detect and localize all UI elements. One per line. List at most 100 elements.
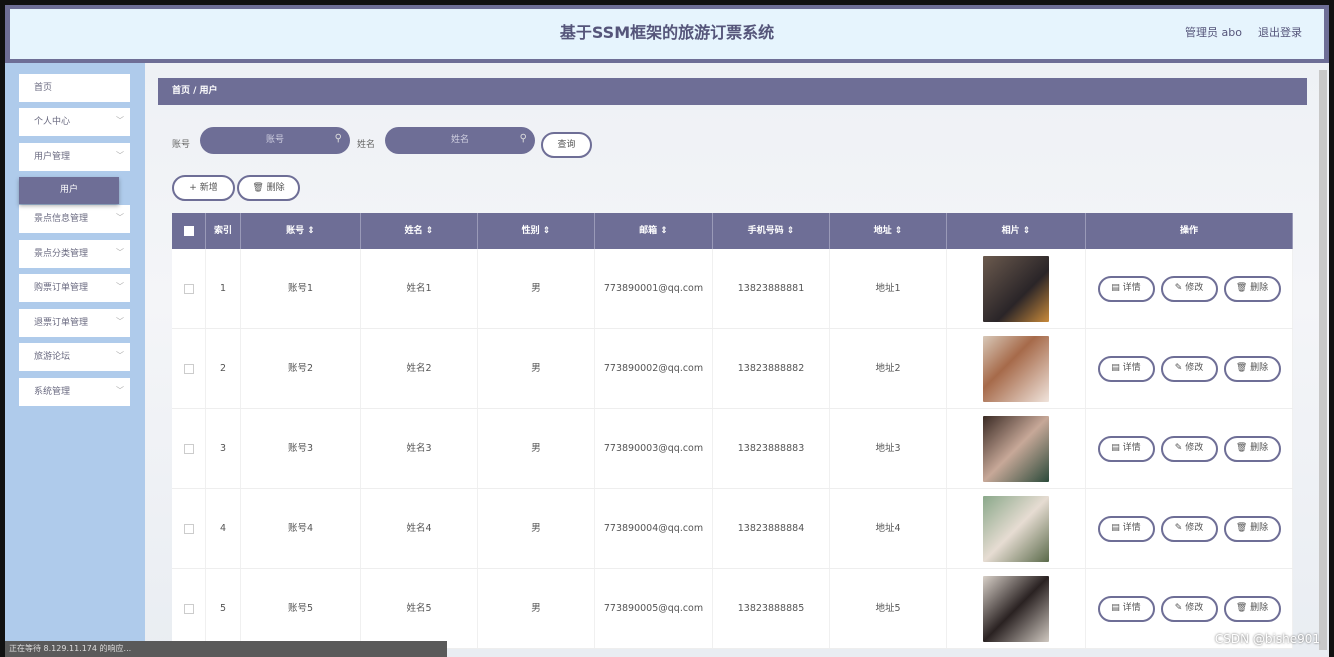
sidebar-item[interactable]: 系统管理 ﹀ [19, 378, 130, 406]
user-photo[interactable] [983, 255, 1049, 322]
sidebar-item[interactable]: 景点分类管理 ﹀ [19, 240, 130, 268]
detail-button[interactable]: ▤ 详情 [1097, 435, 1155, 462]
sidebar-item[interactable]: 景点信息管理 ﹀ [19, 205, 130, 233]
column-header[interactable]: 邮箱 ⇕ [595, 213, 713, 249]
row-cell [172, 569, 206, 648]
edit-label: 修改 [1185, 603, 1204, 613]
delete-label: 删除 [1250, 523, 1269, 533]
breadcrumb: 首页 / 用户 [158, 78, 1307, 105]
sidebar-item[interactable]: 退票订单管理 ﹀ [19, 309, 130, 337]
pencil-icon: ✎ [1174, 443, 1186, 453]
batch-delete-button[interactable]: 🗑 删除 [237, 175, 300, 201]
account-search-input[interactable]: 账号 ⚲ [200, 127, 350, 154]
edit-button[interactable]: ✎ 修改 [1160, 435, 1218, 462]
sidebar-subitem-user[interactable]: 用户 [19, 177, 119, 204]
detail-button[interactable]: ▤ 详情 [1097, 275, 1155, 302]
row-actions: ▤ 详情 ✎ 修改 🗑 删除 [1086, 489, 1293, 568]
row-actions: ▤ 详情 ✎ 修改 🗑 删除 [1086, 409, 1293, 488]
chevron-down-icon: ﹀ [116, 282, 124, 291]
row-checkbox[interactable] [183, 523, 194, 534]
user-photo[interactable] [983, 415, 1049, 482]
column-header[interactable]: 地址 ⇕ [830, 213, 947, 249]
document-icon: ▤ [1111, 283, 1123, 293]
chevron-down-icon: ﹀ [116, 213, 124, 222]
add-button[interactable]: + 新增 [172, 175, 235, 201]
row-checkbox[interactable] [183, 363, 194, 374]
user-photo[interactable] [983, 495, 1049, 562]
edit-button[interactable]: ✎ 修改 [1160, 595, 1218, 622]
cell-account: 账号4 [241, 489, 361, 568]
detail-label: 详情 [1122, 603, 1141, 613]
cell-phone: 13823888885 [713, 569, 830, 648]
detail-label: 详情 [1122, 363, 1141, 373]
watermark: CSDN @bishe901 [1214, 632, 1320, 646]
cell-gender: 男 [478, 489, 595, 568]
app-window: 基于SSM框架的旅游订票系统 管理员 abo 退出登录 首页 个人中心 ﹀ 用户管理 ﹀ 景… [5, 5, 1329, 657]
edit-button[interactable]: ✎ 修改 [1160, 275, 1218, 302]
column-header[interactable]: 操作 [1086, 213, 1293, 249]
current-user: 管理员 abo [1185, 26, 1242, 39]
sidebar-item[interactable]: 个人中心 ﹀ [19, 108, 130, 136]
column-header[interactable]: 姓名 ⇕ [361, 213, 478, 249]
edit-button[interactable]: ✎ 修改 [1160, 515, 1218, 542]
cell-phone: 13823888882 [713, 329, 830, 408]
query-button[interactable]: 查询 [541, 132, 592, 158]
name-placeholder: 姓名 [450, 135, 469, 145]
detail-button[interactable]: ▤ 详情 [1097, 355, 1155, 382]
detail-button[interactable]: ▤ 详情 [1097, 515, 1155, 542]
column-header[interactable]: 账号 ⇕ [241, 213, 361, 249]
batch-delete-label: 删除 [266, 183, 285, 193]
sidebar-item[interactable]: 用户管理 ﹀ [19, 143, 130, 171]
user-table: 索引 账号 ⇕ 姓名 ⇕ 性别 ⇕ 邮箱 ⇕ 手机号码 ⇕ 地址 ⇕ 相片 ⇕ 操作 1 账号1 姓… [172, 213, 1293, 649]
row-cell [172, 249, 206, 328]
cell-name: 姓名3 [361, 409, 478, 488]
column-header[interactable]: 索引 [206, 213, 241, 249]
user-photo[interactable] [983, 575, 1049, 642]
delete-button[interactable]: 🗑 删除 [1223, 355, 1281, 382]
sidebar-item[interactable]: 购票订单管理 ﹀ [19, 274, 130, 302]
sidebar-item[interactable]: 首页 [19, 74, 130, 102]
delete-label: 删除 [1250, 443, 1269, 453]
pencil-icon: ✎ [1174, 603, 1186, 613]
row-checkbox[interactable] [183, 603, 194, 614]
row-cell [172, 409, 206, 488]
delete-button[interactable]: 🗑 删除 [1223, 275, 1281, 302]
edit-button[interactable]: ✎ 修改 [1160, 355, 1218, 382]
pencil-icon: ✎ [1174, 523, 1186, 533]
row-actions: ▤ 详情 ✎ 修改 🗑 删除 [1086, 249, 1293, 328]
cell-name: 姓名4 [361, 489, 478, 568]
delete-label: 删除 [1250, 363, 1269, 373]
row-checkbox[interactable] [183, 443, 194, 454]
name-search-input[interactable]: 姓名 ⚲ [385, 127, 535, 154]
row-cell [947, 569, 1086, 648]
name-label: 姓名 [357, 140, 376, 150]
delete-button[interactable]: 🗑 删除 [1223, 595, 1281, 622]
select-all-checkbox[interactable] [183, 226, 194, 236]
sidebar-item-label: 景点分类管理 [34, 249, 89, 259]
column-header[interactable]: 手机号码 ⇕ [713, 213, 830, 249]
delete-button[interactable]: 🗑 删除 [1223, 435, 1281, 462]
detail-label: 详情 [1122, 283, 1141, 293]
detail-button[interactable]: ▤ 详情 [1097, 595, 1155, 622]
cell-phone: 13823888883 [713, 409, 830, 488]
delete-label: 删除 [1250, 603, 1269, 613]
chevron-down-icon: ﹀ [116, 116, 124, 125]
column-header[interactable]: 性别 ⇕ [478, 213, 595, 249]
sidebar-item[interactable]: 旅游论坛 ﹀ [19, 343, 130, 371]
cell-index: 1 [206, 249, 241, 328]
document-icon: ▤ [1111, 603, 1123, 613]
account-placeholder: 账号 [265, 135, 284, 145]
user-photo[interactable] [983, 335, 1049, 402]
delete-button[interactable]: 🗑 删除 [1223, 515, 1281, 542]
cell-address: 地址3 [830, 409, 947, 488]
cell-address: 地址4 [830, 489, 947, 568]
sidebar-item-label: 购票订单管理 [34, 283, 89, 293]
row-checkbox[interactable] [183, 283, 194, 294]
scrollbar[interactable] [1319, 70, 1327, 650]
edit-label: 修改 [1185, 363, 1204, 373]
table-row: 3 账号3 姓名3 男 773890003@qq.com 13823888883 地址3 ▤… [172, 409, 1293, 489]
logout-link[interactable]: 退出登录 [1258, 26, 1302, 40]
table-row: 4 账号4 姓名4 男 773890004@qq.com 13823888884 地址4 ▤… [172, 489, 1293, 569]
column-header[interactable]: 相片 ⇕ [947, 213, 1086, 249]
chevron-down-icon: ﹀ [116, 317, 124, 326]
